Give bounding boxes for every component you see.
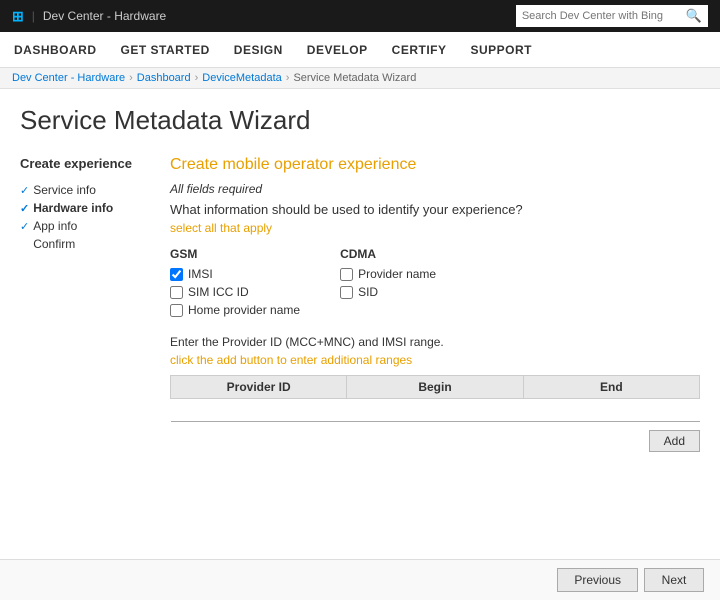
bottom-nav: Previous Next bbox=[0, 559, 720, 600]
sim-icc-checkbox-row: SIM ICC ID bbox=[170, 285, 300, 299]
sidebar-label-app-info: App info bbox=[33, 219, 77, 233]
sidebar-item-app-info[interactable]: ✓ App info bbox=[20, 217, 140, 235]
top-bar-search[interactable]: 🔍 bbox=[516, 5, 708, 27]
nav-get-started[interactable]: GET STARTED bbox=[119, 32, 212, 68]
home-provider-checkbox-row: Home provider name bbox=[170, 303, 300, 317]
home-provider-label[interactable]: Home provider name bbox=[188, 303, 300, 317]
begin-cell bbox=[347, 399, 523, 423]
sidebar-check-app-info: ✓ bbox=[20, 220, 29, 233]
page: Service Metadata Wizard Create experienc… bbox=[0, 89, 720, 484]
sim-icc-label[interactable]: SIM ICC ID bbox=[188, 285, 249, 299]
page-title: Service Metadata Wizard bbox=[20, 105, 700, 136]
windows-logo-icon: ⊞ bbox=[12, 8, 24, 25]
select-all-link[interactable]: select all that apply bbox=[170, 221, 700, 235]
sidebar-label-service-info: Service info bbox=[33, 183, 96, 197]
provider-name-checkbox[interactable] bbox=[340, 268, 353, 281]
provider-name-checkbox-row: Provider name bbox=[340, 267, 436, 281]
provider-id-text: Enter the Provider ID (MCC+MNC) and IMSI… bbox=[170, 335, 700, 349]
breadcrumb-sep1: › bbox=[129, 72, 133, 84]
col-provider-id: Provider ID bbox=[171, 376, 347, 399]
top-bar-title: Dev Center - Hardware bbox=[43, 9, 166, 23]
top-bar-left: ⊞ | Dev Center - Hardware bbox=[12, 8, 166, 25]
question-text: What information should be used to ident… bbox=[170, 202, 700, 217]
table-row bbox=[171, 399, 700, 423]
col-begin: Begin bbox=[347, 376, 523, 399]
end-cell bbox=[523, 399, 699, 423]
nav-dashboard[interactable]: DASHBOARD bbox=[12, 32, 99, 68]
sidebar-item-service-info[interactable]: ✓ Service info bbox=[20, 181, 140, 199]
content-layout: Create experience ✓ Service info ✓ Hardw… bbox=[20, 156, 700, 468]
sidebar-check-hardware-info: ✓ bbox=[20, 202, 29, 215]
breadcrumb-devcenter[interactable]: Dev Center - Hardware bbox=[12, 72, 125, 84]
provider-id-input[interactable] bbox=[171, 399, 347, 422]
fields-required: All fields required bbox=[170, 182, 700, 196]
provider-id-cell bbox=[171, 399, 347, 423]
search-input[interactable] bbox=[522, 10, 682, 22]
breadcrumb-current: Service Metadata Wizard bbox=[293, 72, 416, 84]
sidebar-item-hardware-info[interactable]: ✓ Hardware info bbox=[20, 199, 140, 217]
top-bar: ⊞ | Dev Center - Hardware 🔍 bbox=[0, 0, 720, 32]
end-input[interactable] bbox=[523, 399, 699, 422]
previous-button[interactable]: Previous bbox=[557, 568, 638, 592]
sid-checkbox-row: SID bbox=[340, 285, 436, 299]
top-bar-divider: | bbox=[32, 9, 35, 23]
sidebar-title: Create experience bbox=[20, 156, 140, 171]
sid-label[interactable]: SID bbox=[358, 285, 378, 299]
imsi-checkbox[interactable] bbox=[170, 268, 183, 281]
cdma-group: CDMA Provider name SID bbox=[340, 247, 436, 321]
provider-table: Provider ID Begin End bbox=[170, 375, 700, 422]
add-button-row: Add bbox=[170, 430, 700, 452]
nav-bar: DASHBOARD GET STARTED DESIGN DEVELOP CER… bbox=[0, 32, 720, 68]
breadcrumb-device-metadata[interactable]: DeviceMetadata bbox=[202, 72, 282, 84]
add-button[interactable]: Add bbox=[649, 430, 700, 452]
sidebar: Create experience ✓ Service info ✓ Hardw… bbox=[20, 156, 150, 468]
sidebar-check-service-info: ✓ bbox=[20, 184, 29, 197]
gsm-title: GSM bbox=[170, 247, 300, 261]
main-content: Create mobile operator experience All fi… bbox=[150, 156, 700, 468]
nav-develop[interactable]: DEVELOP bbox=[305, 32, 370, 68]
col-end: End bbox=[523, 376, 699, 399]
next-button[interactable]: Next bbox=[644, 568, 704, 592]
sidebar-label-hardware-info: Hardware info bbox=[33, 201, 113, 215]
cdma-title: CDMA bbox=[340, 247, 436, 261]
nav-support[interactable]: SUPPORT bbox=[469, 32, 535, 68]
sidebar-item-confirm[interactable]: ✓ Confirm bbox=[20, 235, 140, 253]
imsi-label[interactable]: IMSI bbox=[188, 267, 213, 281]
imsi-checkbox-row: IMSI bbox=[170, 267, 300, 281]
breadcrumb: Dev Center - Hardware › Dashboard › Devi… bbox=[0, 68, 720, 89]
nav-design[interactable]: DESIGN bbox=[232, 32, 285, 68]
begin-input[interactable] bbox=[347, 399, 523, 422]
breadcrumb-sep2: › bbox=[195, 72, 199, 84]
gsm-group: GSM IMSI SIM ICC ID Home provider name bbox=[170, 247, 300, 321]
section-title: Create mobile operator experience bbox=[170, 156, 700, 174]
breadcrumb-sep3: › bbox=[286, 72, 290, 84]
sim-icc-checkbox[interactable] bbox=[170, 286, 183, 299]
sidebar-label-confirm: Confirm bbox=[33, 237, 75, 251]
nav-certify[interactable]: CERTIFY bbox=[390, 32, 449, 68]
checkboxes-section: GSM IMSI SIM ICC ID Home provider name bbox=[170, 247, 700, 321]
add-ranges-link[interactable]: click the add button to enter additional… bbox=[170, 353, 700, 367]
breadcrumb-dashboard[interactable]: Dashboard bbox=[137, 72, 191, 84]
sid-checkbox[interactable] bbox=[340, 286, 353, 299]
home-provider-checkbox[interactable] bbox=[170, 304, 183, 317]
provider-name-label[interactable]: Provider name bbox=[358, 267, 436, 281]
search-button[interactable]: 🔍 bbox=[686, 8, 702, 24]
